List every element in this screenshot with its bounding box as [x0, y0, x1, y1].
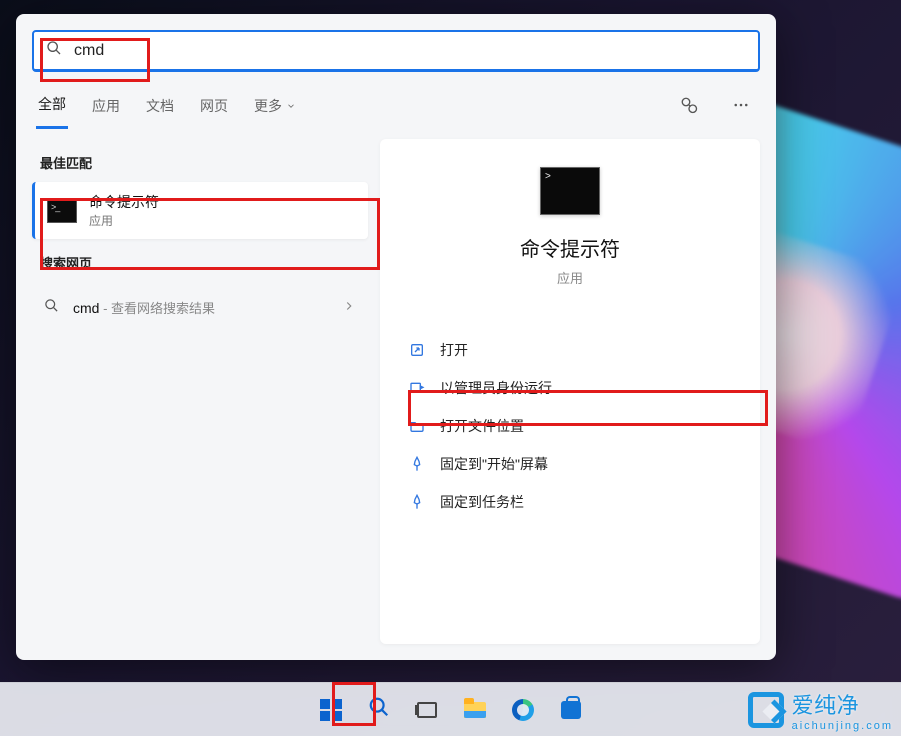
watermark-logo-icon	[748, 692, 784, 728]
store-icon	[561, 701, 581, 719]
edge-button[interactable]	[503, 690, 543, 730]
best-match-subtitle: 应用	[89, 212, 159, 229]
best-match-item[interactable]: 命令提示符 应用	[32, 182, 368, 239]
task-view-icon	[417, 702, 437, 718]
folder-icon	[408, 418, 426, 434]
start-search-panel: 全部 应用 文档 网页 更多 最佳匹配 命令提示符 应用 搜索网页	[16, 14, 776, 660]
open-icon	[408, 342, 426, 358]
web-search-heading: 搜索网页	[32, 239, 368, 282]
tab-more[interactable]: 更多	[252, 86, 298, 128]
search-icon	[368, 696, 390, 723]
action-label: 以管理员身份运行	[440, 378, 552, 398]
action-label: 固定到"开始"屏幕	[440, 454, 548, 474]
cmd-icon	[47, 199, 77, 223]
task-view-button[interactable]	[407, 690, 447, 730]
web-search-item[interactable]: cmd - 查看网络搜索结果	[32, 286, 368, 330]
file-explorer-button[interactable]	[455, 690, 495, 730]
run-as-admin-action[interactable]: 以管理员身份运行	[402, 369, 738, 407]
pin-to-start-action[interactable]: 固定到"开始"屏幕	[402, 445, 738, 483]
tab-more-label: 更多	[254, 96, 282, 116]
tab-web[interactable]: 网页	[198, 86, 230, 128]
best-match-heading: 最佳匹配	[32, 139, 368, 182]
search-icon	[44, 298, 59, 318]
search-box[interactable]	[32, 30, 760, 72]
watermark-brand: 爱纯净	[792, 693, 860, 718]
search-icon	[46, 40, 62, 61]
taskbar-search-button[interactable]	[359, 690, 399, 730]
results-column: 最佳匹配 命令提示符 应用 搜索网页 cmd - 查看网络搜索结果	[16, 129, 376, 660]
chevron-down-icon	[286, 101, 296, 111]
web-query-text: cmd	[73, 300, 99, 316]
pin-to-taskbar-action[interactable]: 固定到任务栏	[402, 483, 738, 521]
open-file-location-action[interactable]: 打开文件位置	[402, 407, 738, 445]
best-match-title: 命令提示符	[89, 192, 159, 212]
account-link-icon[interactable]	[674, 90, 704, 123]
filter-tabs: 全部 应用 文档 网页 更多	[16, 78, 776, 129]
action-list: 打开 以管理员身份运行 打开文件位置 固定到"开始"屏幕 固定到任务栏	[402, 331, 738, 521]
watermark-domain: aichunjing.com	[792, 720, 893, 732]
app-thumbnail	[540, 167, 600, 215]
web-query-suffix: - 查看网络搜索结果	[99, 301, 215, 316]
more-options-icon[interactable]	[726, 90, 756, 123]
action-label: 打开文件位置	[440, 416, 524, 436]
windows-logo-icon	[320, 699, 342, 721]
microsoft-store-button[interactable]	[551, 690, 591, 730]
details-pane: 命令提示符 应用 打开 以管理员身份运行 打开文件位置 固定到"开始"屏幕	[380, 139, 760, 644]
search-input[interactable]	[74, 42, 746, 60]
admin-shield-icon	[408, 380, 426, 396]
pin-icon	[408, 494, 426, 510]
start-button[interactable]	[311, 690, 351, 730]
action-label: 打开	[440, 340, 468, 360]
file-explorer-icon	[464, 702, 486, 718]
app-subtitle: 应用	[557, 268, 583, 287]
open-action[interactable]: 打开	[402, 331, 738, 369]
tab-all[interactable]: 全部	[36, 84, 68, 129]
chevron-right-icon	[342, 299, 356, 318]
app-title: 命令提示符	[520, 233, 620, 262]
action-label: 固定到任务栏	[440, 492, 524, 512]
tab-docs[interactable]: 文档	[144, 86, 176, 128]
pin-icon	[408, 456, 426, 472]
watermark: 爱纯净 aichunjing.com	[748, 688, 893, 732]
tab-apps[interactable]: 应用	[90, 86, 122, 128]
edge-icon	[512, 699, 534, 721]
